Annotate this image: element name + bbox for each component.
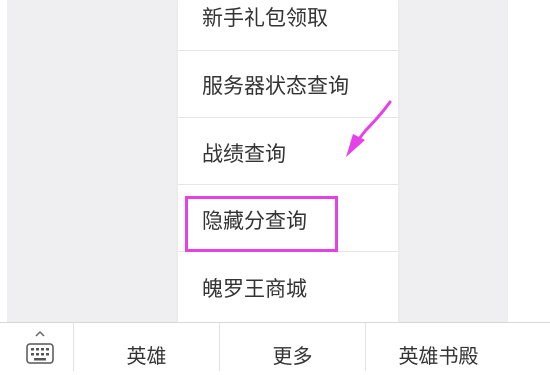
- menu-item-label: 新手礼包领取: [202, 6, 328, 30]
- keyboard-icon: [26, 330, 54, 364]
- menu-item-label: 战绩查询: [202, 142, 286, 166]
- tab-more[interactable]: 更多: [219, 323, 365, 371]
- keyboard-toggle-button[interactable]: [7, 323, 73, 371]
- tab-hero-library[interactable]: 英雄书殿: [365, 323, 511, 371]
- menu-item-newbie-gift[interactable]: 新手礼包领取: [178, 0, 398, 51]
- menu-item-label: 魄罗王商城: [202, 277, 307, 301]
- bottom-tabbar: 英雄 更多 英雄书殿: [0, 322, 550, 371]
- menu-item-poro-shop[interactable]: 魄罗王商城: [178, 252, 398, 319]
- tab-label: 英雄书殿: [398, 344, 479, 368]
- menu-item-label: 服务器状态查询: [202, 74, 349, 98]
- tab-heroes[interactable]: 英雄: [73, 323, 219, 371]
- tab-label: 更多: [272, 344, 313, 368]
- tab-label: 英雄: [126, 344, 167, 368]
- annotation-arrow-icon: [346, 100, 392, 157]
- highlight-box: [185, 196, 338, 252]
